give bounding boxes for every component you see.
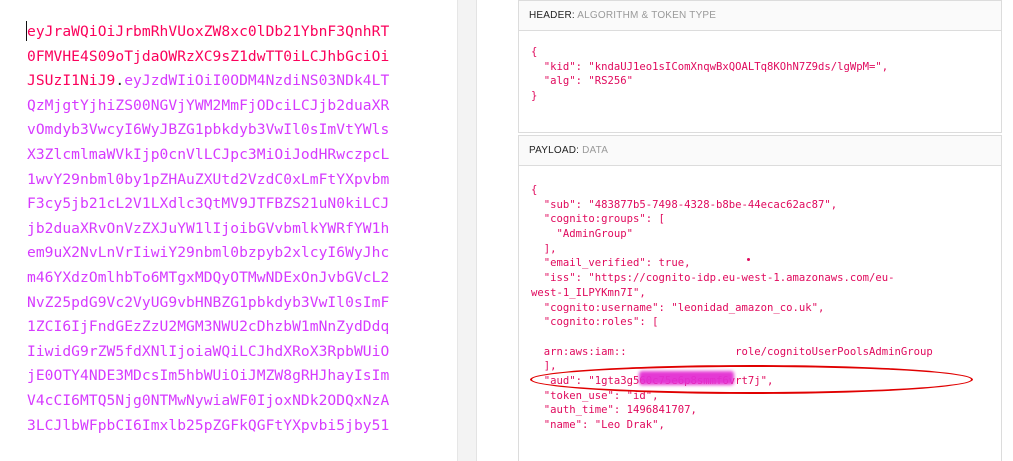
encoded-token-text[interactable]: eyJraWQiOiJrbmRhVUoxZW8xc0lDb21YbnF3QnhR… — [27, 20, 457, 438]
token-payload-segment: em9uX2NvLnVrIiwiY29nbml0bzpyb2xlcyI6WyJh… — [27, 244, 390, 262]
json-line: "kid": "kndaUJ1eo1sIComXnqwBxQOALTq8KOhN… — [531, 60, 889, 73]
token-payload-segment: NvZ25pdG9Vc2VyUG9vbHNBZG1pbkdyb3VwIl0sIm… — [27, 293, 390, 311]
header-title: HEADER: — [529, 10, 575, 21]
json-line: ], — [531, 242, 557, 255]
json-line: "cognito:groups": [ — [531, 213, 665, 226]
json-line: { — [531, 46, 538, 58]
token-line: F3cy5jb21cL2V1LXdlc3QtMV9JTFBZS21uN0kiLC… — [27, 192, 457, 217]
token-payload-segment: X3ZlcmlmaWVkIjp0cnVlLCJpc3MiOiJodHRwczpc… — [27, 145, 390, 163]
token-payload-segment: IiwidG9rZW5fdXNlIjoiaWQiLCJhdXRoX3RpbWUi… — [27, 342, 390, 360]
token-line: 0FMVHE4S09oTjdaOWRzXC9sZ1dwTT0iLCJhbGciO… — [27, 45, 457, 70]
header-json-editor[interactable]: { "kid": "kndaUJ1eo1sIComXnqwBxQOALTq8KO… — [531, 45, 888, 104]
token-line: m46YXdzOmlhbTo6MTgxMDQyOTMwNDExOnJvbGVcL… — [27, 266, 457, 291]
token-payload-segment: m46YXdzOmlhbTo6MTgxMDQyOTMwNDExOnJvbGVcL… — [27, 268, 390, 286]
panel-gap — [477, 0, 517, 461]
token-payload-segment: vOmdyb3VwcyI6WyJBZG1pbkdyb3VwIl0sImVtYWl… — [27, 121, 390, 139]
token-line: jE0OTY4NDE3MDcsIm5hbWUiOiJMZW8gRHJhayIsI… — [27, 364, 457, 389]
json-line: arn:aws:iam:: role/cognitoUserPoolsAdmin… — [531, 345, 933, 358]
token-payload-segment: 1wvY29nbml0by1pZHAuZXUtd2VzdC0xLmFtYXpvb… — [27, 170, 390, 188]
payload-title: PAYLOAD: — [529, 145, 580, 156]
token-payload-segment: F3cy5jb21cL2V1LXdlc3QtMV9JTFBZS21uN0kiLC… — [27, 195, 390, 213]
token-header-segment: eyJraWQiOiJrbmRhVUoxZW8xc0lDb21YbnF3QnhR… — [27, 23, 390, 40]
stray-dot-mark — [747, 258, 750, 261]
json-line: "cognito:roles": [ — [531, 316, 659, 329]
encoded-token-panel[interactable]: eyJraWQiOiJrbmRhVUoxZW8xc0lDb21YbnF3QnhR… — [0, 0, 477, 461]
token-line: NvZ25pdG9Vc2VyUG9vbHNBZG1pbkdyb3VwIl0sIm… — [27, 291, 457, 316]
token-line: V4cCI6MTQ5Njg0NTMwNywiaWF0IjoxNDk2ODQxNz… — [27, 389, 457, 414]
header-section: HEADER: ALGORITHM & TOKEN TYPE { "kid": … — [518, 0, 1002, 133]
token-line: 3LCJlbWFpbCI6Imxlb25pZGFkQGFtYXpvbi5jby5… — [27, 414, 457, 439]
token-line: eyJraWQiOiJrbmRhVUoxZW8xc0lDb21YbnF3QnhR… — [27, 20, 457, 45]
token-line: vOmdyb3VwcyI6WyJBZG1pbkdyb3VwIl0sImVtYWl… — [27, 118, 457, 143]
token-payload-segment: V4cCI6MTQ5Njg0NTMwNywiaWF0IjoxNDk2ODQxNz… — [27, 391, 390, 409]
token-line: QzMjgtYjhiZS00NGVjYWM2MmFjODciLCJjb2duaX… — [27, 94, 457, 119]
token-payload-segment: QzMjgtYjhiZS00NGVjYWM2MmFjODciLCJjb2duaX… — [27, 96, 390, 114]
payload-subtitle: DATA — [582, 145, 609, 156]
encoded-panel-scrollbar[interactable] — [457, 0, 476, 461]
token-payload-segment: 1ZCI6IjFndGEzZzU2MGM3NWU2cDhzbW1mNnZydDd… — [27, 318, 390, 336]
token-line: IiwidG9rZW5fdXNlIjoiaWQiLCJhdXRoX3RpbWUi… — [27, 340, 457, 365]
json-line — [531, 330, 933, 345]
json-line: "auth_time": 1496841707, — [531, 404, 697, 417]
token-line: 1ZCI6IjFndGEzZzU2MGM3NWU2cDhzbW1mNnZydDd… — [27, 315, 457, 340]
token-header-segment: JSUzI1NiJ9 — [27, 72, 116, 90]
payload-section-title: PAYLOAD: DATA — [519, 136, 1001, 166]
token-line: JSUzI1NiJ9.eyJzdWIiOiI0ODM4NzdiNS03NDk4L… — [27, 69, 457, 94]
token-header-segment: 0FMVHE4S09oTjdaOWRzXC9sZ1dwTT0iLCJhbGciO… — [27, 47, 390, 65]
json-line: "alg": "RS256" — [531, 75, 634, 88]
json-line: "email_verified": true, — [531, 257, 691, 270]
highlight-ellipse-annotation — [530, 365, 973, 394]
json-line: "cognito:username": "leonidad_amazon_co.… — [531, 301, 825, 314]
payload-section: PAYLOAD: DATA { "sub": "483877b5-7498-43… — [518, 135, 1002, 461]
token-payload-segment: eyJzdWIiOiI0ODM4NzdiNS03NDk4LT — [124, 72, 390, 90]
json-line: } — [531, 90, 538, 103]
token-line: X3ZlcmlmaWVkIjp0cnVlLCJpc3MiOiJodHRwczpc… — [27, 143, 457, 168]
json-line: "sub": "483877b5-7498-4328-b8be-44ecac62… — [531, 198, 838, 211]
token-separator: . — [115, 72, 125, 90]
header-subtitle: ALGORITHM & TOKEN TYPE — [577, 10, 717, 21]
token-line: jb2duaXRvOnVzZXJuYW1lIjoibGVvbmlkYWRfYW1… — [27, 217, 457, 242]
payload-json-editor[interactable]: { "sub": "483877b5-7498-4328-b8be-44ecac… — [531, 183, 933, 433]
json-line: { — [531, 184, 538, 196]
token-payload-segment: jE0OTY4NDE3MDcsIm5hbWUiOiJMZW8gRHJhayIsI… — [27, 367, 390, 385]
token-line: 1wvY29nbml0by1pZHAuZXUtd2VzdC0xLmFtYXpvb… — [27, 168, 457, 193]
header-section-title: HEADER: ALGORITHM & TOKEN TYPE — [519, 1, 1001, 31]
token-payload-segment: 3LCJlbWFpbCI6Imxlb25pZGFkQGFtYXpvbi5jby5… — [27, 416, 390, 434]
token-line: em9uX2NvLnVrIiwiY29nbml0bzpyb2xlcyI6WyJh… — [27, 241, 457, 266]
json-line: west-1_ILPYKmn7I", — [531, 286, 646, 299]
json-line: "AdminGroup" — [531, 228, 634, 241]
json-line: "name": "Leo Drak", — [531, 419, 665, 431]
token-payload-segment: jb2duaXRvOnVzZXJuYW1lIjoibGVvbmlkYWRfYW1… — [27, 219, 390, 237]
json-line: "iss": "https://cognito-idp.eu-west-1.am… — [531, 272, 895, 285]
